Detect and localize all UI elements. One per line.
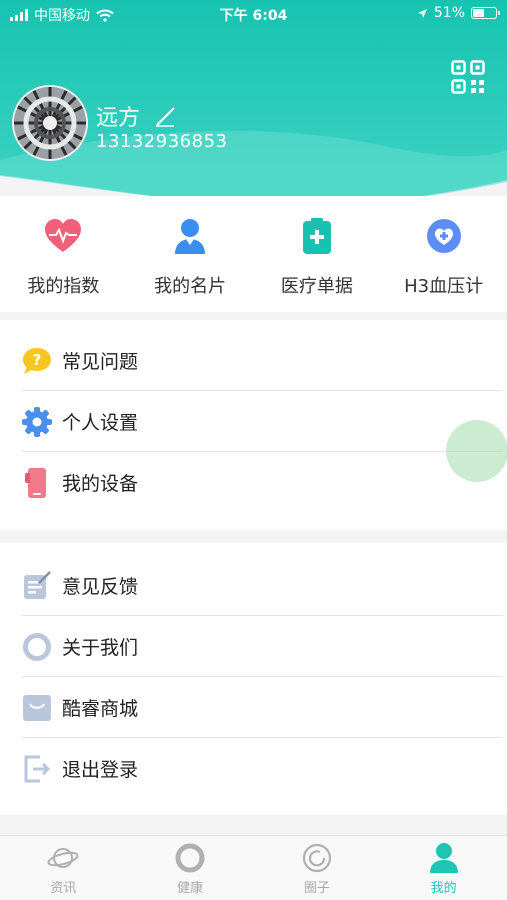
menu-item-label: 退出登录	[62, 759, 139, 781]
health-ring-icon	[175, 843, 205, 873]
person-card-icon	[175, 219, 206, 254]
tab-mine[interactable]: 我的	[380, 836, 507, 900]
menu-item-feedback[interactable]: 意见反馈	[0, 555, 507, 616]
quick-item-label: H3血压计	[404, 276, 484, 297]
circle-smile-icon	[302, 843, 331, 873]
location-arrow-icon	[417, 8, 427, 18]
phone-device-icon	[25, 467, 46, 498]
feedback-edit-icon	[24, 570, 51, 599]
quick-item-my-index[interactable]: 我的指数	[0, 196, 127, 312]
medical-document-icon	[302, 218, 331, 254]
avatar-image	[14, 87, 86, 159]
menu-item-faq[interactable]: ? 常见问题	[0, 330, 507, 391]
menu-item-label: 关于我们	[62, 637, 139, 659]
menu-item-personal-settings[interactable]: 个人设置	[0, 391, 507, 452]
menu-item-about-us[interactable]: 关于我们	[0, 616, 507, 677]
avatar[interactable]	[12, 85, 88, 161]
quick-item-my-card[interactable]: 我的名片	[127, 196, 254, 312]
profile-page: 中国移动 下午 6:04 51% 远方 13132936853 我的指数 我的名…	[0, 0, 507, 900]
menu-item-logout[interactable]: 退出登录	[0, 738, 507, 799]
battery-icon	[471, 7, 500, 19]
user-icon	[429, 843, 458, 873]
quick-menu: 我的指数 我的名片 医疗单据 H3血压计	[0, 196, 507, 312]
quick-item-h3-bp-meter[interactable]: H3血压计	[380, 196, 507, 312]
heart-pulse-icon	[45, 219, 82, 252]
tab-news[interactable]: 资讯	[0, 836, 127, 900]
user-name-row: 远方	[96, 100, 176, 132]
user-name: 远方	[96, 106, 141, 131]
tab-circle[interactable]: 圈子	[254, 836, 381, 900]
menu-item-label: 酷睿商城	[62, 698, 139, 720]
profile-header: 中国移动 下午 6:04 51% 远方 13132936853	[0, 0, 507, 210]
user-phone: 13132936853	[96, 131, 228, 152]
battery-percent: 51%	[433, 5, 465, 21]
planet-icon	[47, 848, 79, 868]
menu-item-label: 个人设置	[62, 412, 139, 434]
menu-group-1: ? 常见问题 个人设置 我的设备	[0, 320, 507, 530]
quick-item-label: 我的名片	[154, 276, 227, 297]
tab-label: 健康	[177, 881, 204, 896]
gear-icon	[22, 406, 52, 437]
blood-pressure-icon	[426, 219, 461, 253]
menu-item-label: 意见反馈	[62, 576, 139, 598]
svg-text:?: ?	[33, 351, 42, 369]
menu-item-shop[interactable]: 酷睿商城	[0, 677, 507, 738]
ring-icon	[23, 632, 51, 661]
tab-label: 我的	[430, 881, 457, 896]
menu-group-2: 意见反馈 关于我们 酷睿商城 退出登录	[0, 543, 507, 815]
status-bar: 中国移动 下午 6:04 51%	[0, 0, 507, 28]
tab-bar: 资讯 健康 圈子 我的	[0, 835, 507, 900]
edit-pencil-icon[interactable]	[154, 105, 176, 127]
menu-item-label: 常见问题	[62, 351, 139, 373]
menu-item-label: 我的设备	[62, 473, 139, 495]
tab-label: 圈子	[303, 881, 330, 896]
logout-icon	[24, 755, 51, 782]
quick-item-label: 医疗单据	[280, 276, 353, 297]
tab-health[interactable]: 健康	[127, 836, 254, 900]
tab-label: 资讯	[50, 881, 77, 896]
quick-item-label: 我的指数	[27, 276, 100, 297]
touch-indicator	[446, 420, 507, 482]
menu-item-my-devices[interactable]: 我的设备	[0, 452, 507, 513]
question-bubble-icon: ?	[23, 347, 51, 374]
shop-bag-icon	[23, 694, 51, 721]
quick-item-medical-docs[interactable]: 医疗单据	[254, 196, 381, 312]
qr-code-icon[interactable]	[451, 60, 485, 94]
